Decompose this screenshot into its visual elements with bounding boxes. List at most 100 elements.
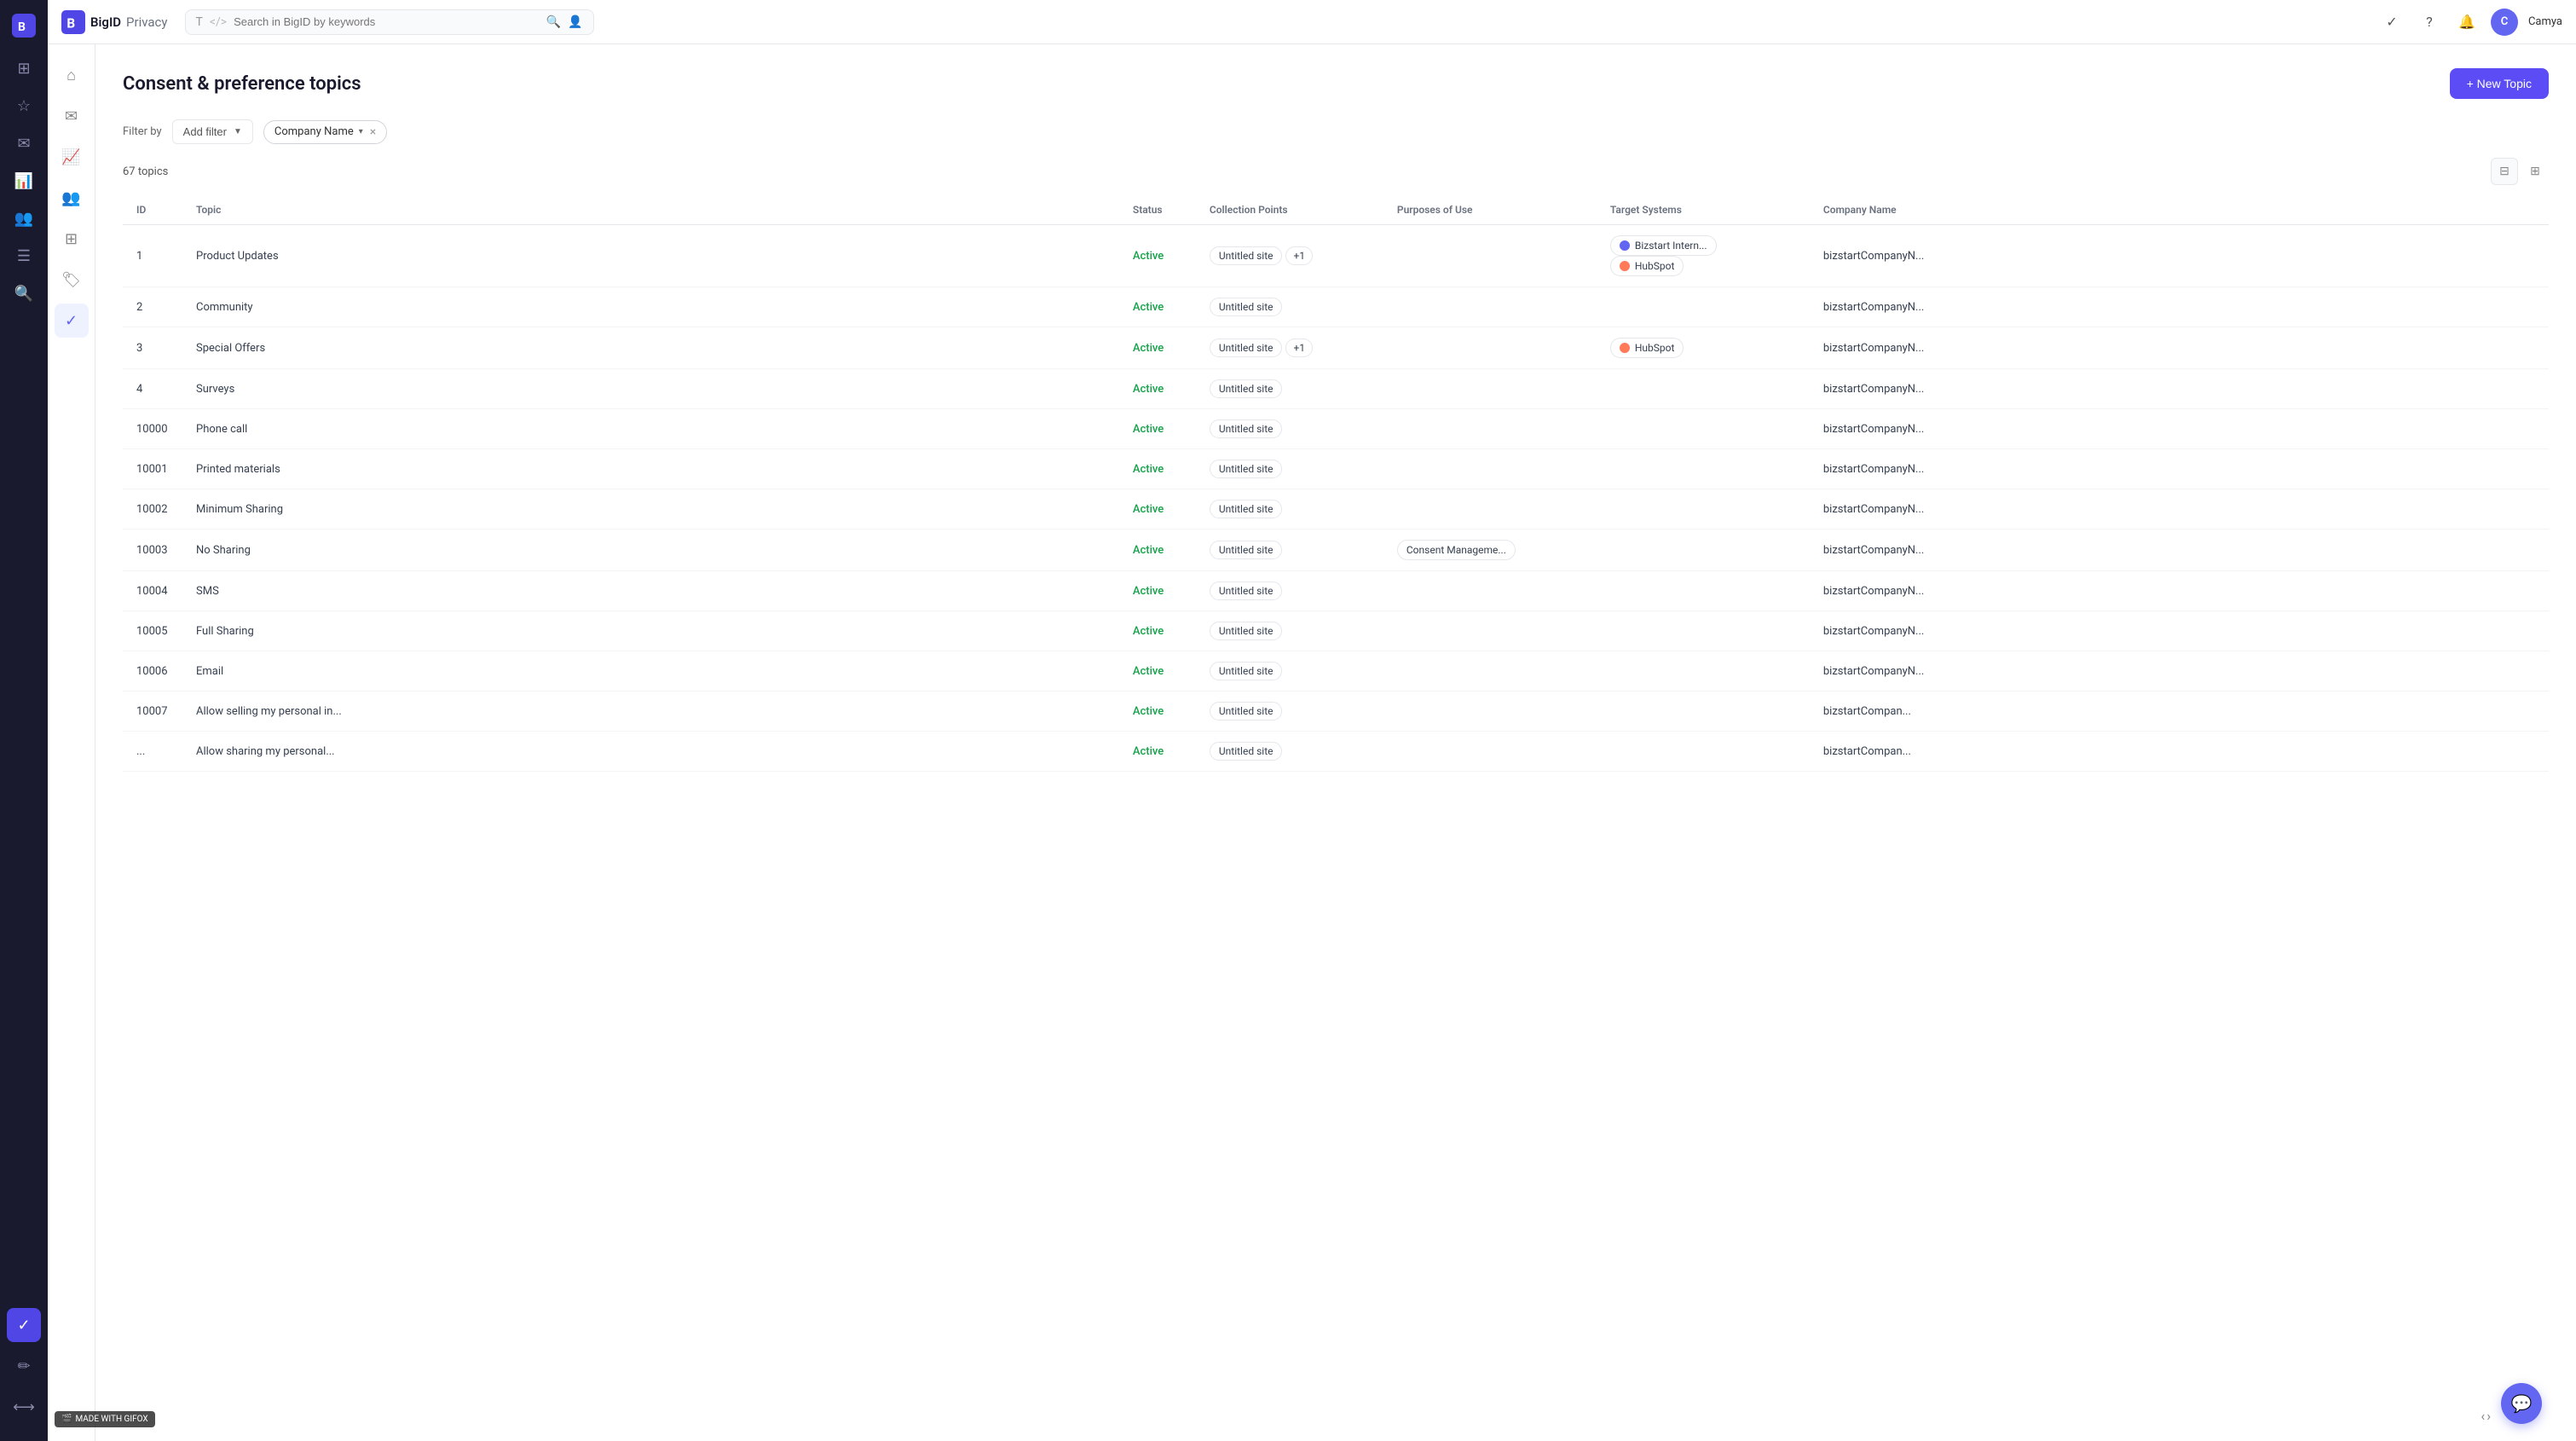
cell-company: bizstartCompanyN... [1810, 611, 2549, 651]
col-header-collection[interactable]: Collection Points [1196, 195, 1383, 225]
table-row[interactable]: 10005Full SharingActiveUntitled sitebizs… [123, 611, 2549, 651]
sec-icon-tag[interactable]: 🏷 [55, 263, 89, 297]
app-logo[interactable]: B [9, 10, 39, 41]
sidebar-icon-chart[interactable]: 📊 [7, 164, 41, 198]
cell-topic: Community [182, 287, 1119, 327]
topics-count: 67 topics [123, 165, 168, 178]
filter-chip-remove[interactable]: × [370, 125, 376, 139]
table-row[interactable]: 10000Phone callActiveUntitled sitebizsta… [123, 409, 2549, 449]
system-chip-label: HubSpot [1635, 342, 1675, 354]
add-filter-button[interactable]: Add filter ▼ [172, 119, 253, 144]
cell-status: Active [1119, 287, 1196, 327]
user-name[interactable]: Camya [2528, 15, 2562, 28]
left-sidebar: B ⊞ ☆ ✉ 📊 👥 ☰ 🔍 ✓ ✏ ⟷ [0, 0, 48, 1441]
sec-icon-consent-active[interactable]: ✓ [55, 304, 89, 338]
status-badge: Active [1133, 301, 1164, 314]
topics-table: ID Topic Status Collection Points Purpos… [123, 195, 2549, 772]
status-badge: Active [1133, 665, 1164, 678]
collection-chip[interactable]: Untitled site [1210, 298, 1283, 316]
cell-id: 10001 [123, 449, 182, 489]
new-topic-button[interactable]: + New Topic [2450, 68, 2549, 99]
status-badge: Active [1133, 503, 1164, 516]
system-chip[interactable]: Bizstart Intern... [1610, 235, 1717, 256]
table-row[interactable]: 10003No SharingActiveUntitled siteConsen… [123, 530, 2549, 571]
table-row[interactable]: 1Product UpdatesActiveUntitled site+1Biz… [123, 225, 2549, 287]
col-header-purpose[interactable]: Purposes of Use [1383, 195, 1597, 225]
sidebar-icon-grid[interactable]: ⊞ [7, 51, 41, 85]
table-row[interactable]: ...Allow sharing my personal...ActiveUnt… [123, 732, 2549, 772]
sidebar-icon-list[interactable]: ☰ [7, 239, 41, 273]
cell-purpose [1383, 409, 1597, 449]
system-chip[interactable]: HubSpot [1610, 256, 1684, 276]
cell-id: 10000 [123, 409, 182, 449]
collection-count-chip[interactable]: +1 [1285, 339, 1313, 357]
bell-icon[interactable]: 🔔 [2453, 9, 2481, 36]
company-name-filter-chip[interactable]: Company Name ▾ × [263, 120, 387, 144]
collection-chip[interactable]: Untitled site [1210, 662, 1283, 680]
grid-layout-btn[interactable]: ⊞ [2521, 158, 2549, 185]
col-header-topic[interactable]: Topic [182, 195, 1119, 225]
sec-icon-analytics[interactable]: 📈 [55, 140, 89, 174]
cell-target [1597, 651, 1810, 692]
cell-collection: Untitled site [1196, 611, 1383, 651]
collection-chip[interactable]: Untitled site [1210, 460, 1283, 478]
nav-arrows[interactable]: ‹ › [2481, 1408, 2491, 1424]
cell-purpose [1383, 449, 1597, 489]
collection-chip[interactable]: Untitled site [1210, 339, 1283, 357]
sidebar-icon-search[interactable]: 🔍 [7, 276, 41, 310]
system-chip[interactable]: HubSpot [1610, 338, 1684, 358]
collection-chip[interactable]: Untitled site [1210, 541, 1283, 559]
search-bar[interactable]: T </> 🔍 👤 [185, 9, 594, 35]
sidebar-icon-arrows[interactable]: ⟷ [7, 1390, 41, 1424]
table-row[interactable]: 10004SMSActiveUntitled sitebizstartCompa… [123, 571, 2549, 611]
sidebar-icon-users[interactable]: 👥 [7, 201, 41, 235]
filter-chip-chevron: ▾ [359, 127, 363, 136]
main-container: B BigID Privacy T </> 🔍 👤 ✓ ? 🔔 C Camya … [48, 0, 2576, 1441]
table-row[interactable]: 10002Minimum SharingActiveUntitled siteb… [123, 489, 2549, 530]
sec-icon-mail[interactable]: ✉ [55, 99, 89, 133]
cell-purpose [1383, 571, 1597, 611]
collection-chip[interactable]: Untitled site [1210, 702, 1283, 720]
collection-chip[interactable]: Untitled site [1210, 420, 1283, 438]
table-row[interactable]: 4SurveysActiveUntitled sitebizstartCompa… [123, 369, 2549, 409]
nav-left-arrow[interactable]: ‹ [2481, 1408, 2485, 1424]
table-layout-btn[interactable]: ⊟ [2491, 158, 2518, 185]
cell-company: bizstartCompanyN... [1810, 489, 2549, 530]
table-row[interactable]: 3Special OffersActiveUntitled site+1HubS… [123, 327, 2549, 369]
collection-chip[interactable]: Untitled site [1210, 500, 1283, 518]
table-row[interactable]: 10006EmailActiveUntitled sitebizstartCom… [123, 651, 2549, 692]
col-header-target[interactable]: Target Systems [1597, 195, 1810, 225]
sidebar-icon-consent[interactable]: ✓ [7, 1308, 41, 1342]
collection-chip[interactable]: Untitled site [1210, 582, 1283, 600]
table-row[interactable]: 2CommunityActiveUntitled sitebizstartCom… [123, 287, 2549, 327]
col-header-company[interactable]: Company Name [1810, 195, 2549, 225]
sec-icon-home[interactable]: ⌂ [55, 58, 89, 92]
collection-chip[interactable]: Untitled site [1210, 379, 1283, 398]
cell-id: 2 [123, 287, 182, 327]
col-header-status[interactable]: Status [1119, 195, 1196, 225]
nav-right-arrow[interactable]: › [2486, 1408, 2491, 1424]
collection-chip[interactable]: Untitled site [1210, 622, 1283, 640]
cell-id: 10002 [123, 489, 182, 530]
purpose-chip[interactable]: Consent Manageme... [1397, 540, 1516, 560]
user-avatar[interactable]: C [2491, 9, 2518, 36]
status-badge: Active [1133, 250, 1164, 263]
cell-collection: Untitled site [1196, 287, 1383, 327]
help-icon[interactable]: ? [2416, 9, 2443, 36]
collection-chip[interactable]: Untitled site [1210, 246, 1283, 265]
cell-target [1597, 489, 1810, 530]
collection-chip[interactable]: Untitled site [1210, 742, 1283, 761]
topbar-actions: ✓ ? 🔔 C Camya [2378, 9, 2562, 36]
search-input[interactable] [234, 15, 540, 28]
table-row[interactable]: 10007Allow selling my personal in...Acti… [123, 692, 2549, 732]
collection-count-chip[interactable]: +1 [1285, 246, 1313, 265]
sec-icon-people[interactable]: 👥 [55, 181, 89, 215]
cell-purpose [1383, 651, 1597, 692]
sec-icon-table[interactable]: ⊞ [55, 222, 89, 256]
sidebar-icon-mail[interactable]: ✉ [7, 126, 41, 160]
chat-fab[interactable]: 💬 [2501, 1383, 2542, 1424]
sidebar-icon-star[interactable]: ☆ [7, 89, 41, 123]
sidebar-icon-edit[interactable]: ✏ [7, 1349, 41, 1383]
table-row[interactable]: 10001Printed materialsActiveUntitled sit… [123, 449, 2549, 489]
check-circle-icon[interactable]: ✓ [2378, 9, 2406, 36]
